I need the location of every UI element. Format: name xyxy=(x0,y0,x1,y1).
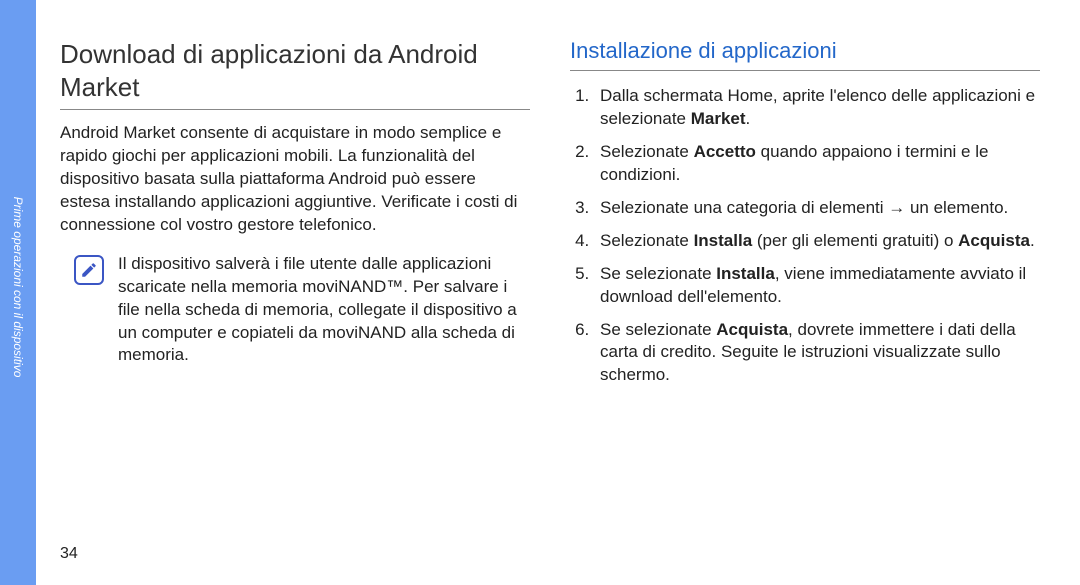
right-column: Installazione di applicazioni Dalla sche… xyxy=(570,38,1040,565)
section-heading: Download di applicazioni da Android Mark… xyxy=(60,38,530,110)
note-block: Il dispositivo salverà i file utente dal… xyxy=(74,253,530,368)
bold-term: Accetto xyxy=(694,142,756,161)
bold-term: Market xyxy=(691,109,746,128)
intro-paragraph: Android Market consente di acquistare in… xyxy=(60,122,530,237)
sidebar-section-label: Prime operazioni con il dispositivo xyxy=(11,197,25,378)
step-item: Selezionate Accetto quando appaiono i te… xyxy=(594,141,1040,187)
pencil-note-icon xyxy=(74,255,104,285)
step-item: Selezionate una categoria di elementi → … xyxy=(594,197,1040,220)
step-item: Dalla schermata Home, aprite l'elenco de… xyxy=(594,85,1040,131)
step-item: Se selezionate Acquista, dovrete immette… xyxy=(594,319,1040,388)
page-content: Download di applicazioni da Android Mark… xyxy=(60,38,1040,565)
step-item: Selezionate Installa (per gli elementi g… xyxy=(594,230,1040,253)
step-item: Se selezionate Installa, viene immediata… xyxy=(594,263,1040,309)
page-number: 34 xyxy=(60,545,78,563)
bold-term: Installa xyxy=(694,231,753,250)
subsection-heading: Installazione di applicazioni xyxy=(570,38,1040,71)
bold-term: Acquista xyxy=(958,231,1030,250)
left-column: Download di applicazioni da Android Mark… xyxy=(60,38,530,565)
bold-term: Acquista xyxy=(716,320,788,339)
steps-list: Dalla schermata Home, aprite l'elenco de… xyxy=(570,85,1040,387)
bold-term: Installa xyxy=(716,264,775,283)
sidebar: Prime operazioni con il dispositivo xyxy=(0,0,36,585)
note-text: Il dispositivo salverà i file utente dal… xyxy=(118,253,530,368)
